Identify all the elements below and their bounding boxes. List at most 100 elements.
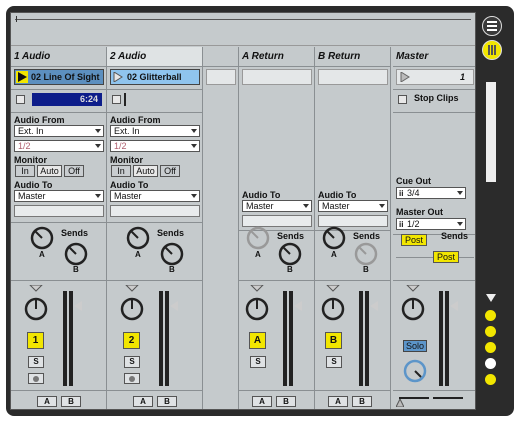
- track-1-audio-from-select[interactable]: Ext. In: [14, 125, 104, 137]
- track-1-channel-select[interactable]: 1/2: [14, 140, 104, 152]
- track-2-audio-to-select[interactable]: Master: [110, 190, 200, 202]
- return-a-post-button[interactable]: Post: [401, 234, 427, 246]
- send-a-knob[interactable]: [245, 225, 271, 251]
- track-1-solo-button[interactable]: S: [28, 356, 44, 368]
- master-title[interactable]: Master: [393, 47, 475, 67]
- track-1-audio-to-select[interactable]: Master: [14, 190, 104, 202]
- send-a-knob[interactable]: [321, 225, 347, 251]
- return-b-xfade-b[interactable]: B: [352, 396, 372, 407]
- volume-fader[interactable]: [294, 301, 302, 311]
- track-2-xfade-b[interactable]: B: [157, 396, 177, 407]
- track-2-title[interactable]: 2 Audio: [107, 47, 202, 67]
- return-b-post-button[interactable]: Post: [433, 251, 459, 263]
- monitor-in-button[interactable]: In: [111, 165, 131, 177]
- send-b-knob[interactable]: [63, 241, 89, 267]
- return-a-solo-button[interactable]: S: [250, 356, 266, 368]
- track-2-column: 2 Audio 02 Glitterball Audio From Ext. I…: [107, 47, 203, 409]
- audio-from-label: Audio From: [110, 115, 161, 125]
- crossfader-handle-icon[interactable]: [396, 399, 404, 407]
- track-2-audio-from-select[interactable]: Ext. In: [110, 125, 200, 137]
- track-2-clip-cursor: [124, 93, 126, 106]
- track-1-title[interactable]: 1 Audio: [11, 47, 106, 67]
- cue-out-select[interactable]: ii 3/4: [396, 187, 466, 199]
- volume-fader[interactable]: [370, 301, 378, 311]
- track-2-arm-button[interactable]: [124, 373, 140, 384]
- return-a-activator[interactable]: A: [249, 332, 266, 349]
- send-b-knob[interactable]: [159, 241, 185, 267]
- return-a-xfade-a[interactable]: A: [252, 396, 272, 407]
- return-b-title[interactable]: B Return: [315, 47, 390, 67]
- pan-knob[interactable]: [318, 285, 348, 327]
- return-b-audio-to-select[interactable]: Master: [318, 200, 388, 212]
- master-scene-slot[interactable]: 1: [396, 69, 474, 85]
- stop-all-clips-icon[interactable]: [398, 95, 407, 104]
- track-1-clip-time: 6:24: [32, 93, 102, 106]
- master-pan-knob[interactable]: [398, 285, 428, 327]
- level-meter-left: [439, 291, 443, 386]
- return-a-audio-to-select[interactable]: Master: [242, 200, 312, 212]
- audio-from-label: Audio From: [14, 115, 65, 125]
- level-meter-left: [359, 291, 363, 386]
- track-2-activator[interactable]: 2: [123, 332, 140, 349]
- browser-icon[interactable]: [485, 310, 496, 321]
- return-b-xfade-a[interactable]: A: [328, 396, 348, 407]
- send-b-knob[interactable]: [353, 241, 379, 267]
- pan-knob[interactable]: [21, 285, 51, 327]
- track-1-clip[interactable]: 02 Line Of Sight: [14, 69, 104, 85]
- track-1-xfade-a[interactable]: A: [37, 396, 57, 407]
- monitor-auto-button[interactable]: Auto: [133, 165, 158, 177]
- track-1-arm-button[interactable]: [28, 373, 44, 384]
- return-a-title[interactable]: A Return: [239, 47, 314, 67]
- clip-play-icon[interactable]: [16, 71, 28, 83]
- return-b-activator[interactable]: B: [325, 332, 342, 349]
- scrollbar-thumb[interactable]: [486, 82, 496, 182]
- sends-icon[interactable]: [485, 342, 496, 353]
- track-2-sub-select[interactable]: [110, 205, 200, 217]
- separator: [11, 390, 107, 391]
- arm-icon: [129, 376, 135, 382]
- separator: [11, 112, 107, 113]
- return-icon[interactable]: [485, 358, 496, 369]
- monitor-auto-button[interactable]: Auto: [37, 165, 62, 177]
- overview-strip[interactable]: [11, 13, 475, 46]
- master-out-select[interactable]: ii 1/2: [396, 218, 466, 230]
- cue-volume-knob[interactable]: [401, 357, 429, 385]
- track-1-xfade-b[interactable]: B: [61, 396, 81, 407]
- monitor-off-button[interactable]: Off: [64, 165, 84, 177]
- clip-stopped-icon[interactable]: [113, 72, 123, 82]
- send-b-knob[interactable]: [277, 241, 303, 267]
- track-1-stop-button[interactable]: [16, 95, 25, 104]
- volume-fader[interactable]: [170, 301, 178, 311]
- pan-knob[interactable]: [117, 285, 147, 327]
- track-2-channel-select[interactable]: 1/2: [110, 140, 200, 152]
- track-1-sub-select[interactable]: [14, 205, 104, 217]
- send-a-knob[interactable]: [29, 225, 55, 251]
- track-2-solo-button[interactable]: S: [124, 356, 140, 368]
- track-2-clip[interactable]: 02 Glitterball: [110, 69, 200, 85]
- track-2-xfade-a[interactable]: A: [133, 396, 153, 407]
- send-a-knob[interactable]: [125, 225, 151, 251]
- scene-launch-icon[interactable]: [400, 72, 410, 82]
- session-icon[interactable]: [482, 40, 502, 60]
- drop-area-column[interactable]: [203, 47, 239, 409]
- io-icon[interactable]: [485, 326, 496, 337]
- crossfader-icon[interactable]: [485, 374, 496, 385]
- scroll-down-icon[interactable]: [486, 294, 496, 302]
- return-a-xfade-b[interactable]: B: [276, 396, 296, 407]
- track-2-stop-button[interactable]: [112, 95, 121, 104]
- volume-fader[interactable]: [74, 301, 82, 311]
- solo-cue-button[interactable]: Solo: [403, 340, 427, 352]
- monitor-off-button[interactable]: Off: [160, 165, 180, 177]
- stop-clips-label[interactable]: Stop Clips: [414, 93, 459, 103]
- mixer-icon[interactable]: [482, 16, 502, 36]
- pan-knob[interactable]: [242, 285, 272, 327]
- sends-label: Sends: [157, 228, 185, 238]
- separator: [393, 89, 475, 90]
- monitor-in-button[interactable]: In: [15, 165, 35, 177]
- master-volume-fader[interactable]: [450, 301, 458, 311]
- separator: [11, 222, 107, 223]
- monitor-label: Monitor: [14, 155, 47, 165]
- return-b-solo-button[interactable]: S: [326, 356, 342, 368]
- crossfader-right: [433, 397, 463, 399]
- track-1-activator[interactable]: 1: [27, 332, 44, 349]
